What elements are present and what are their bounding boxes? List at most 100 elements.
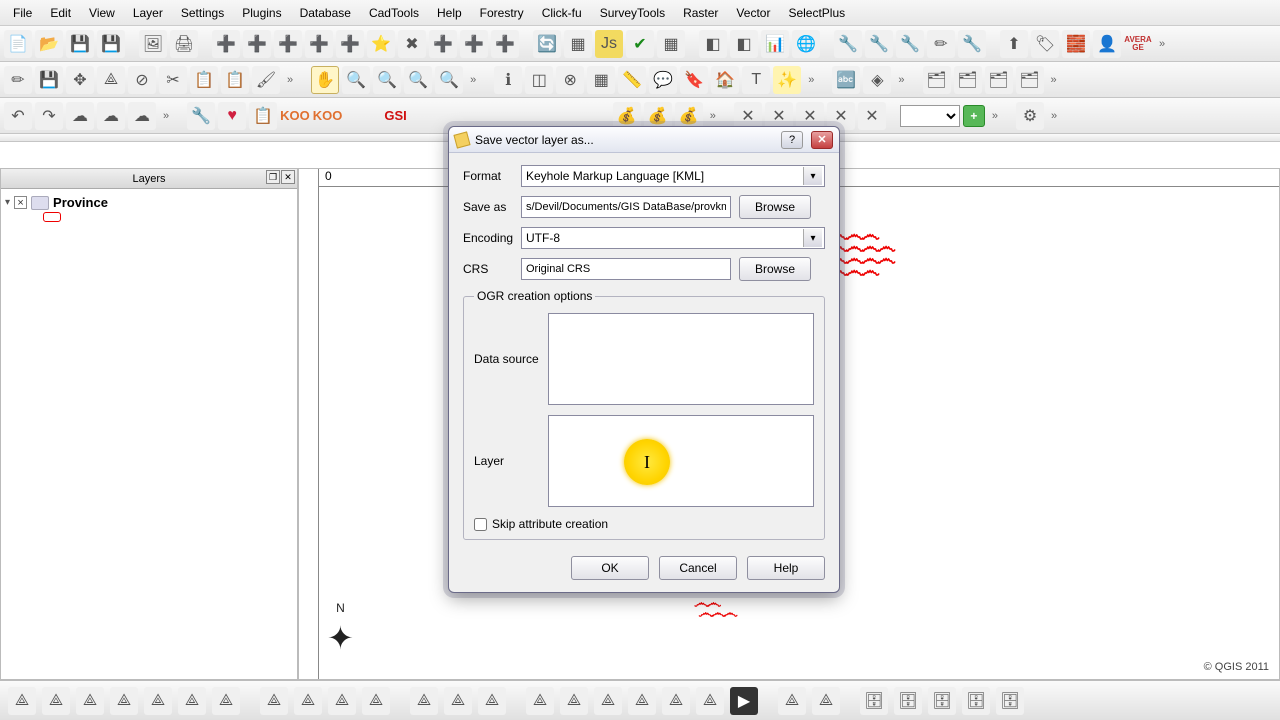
tool-icon[interactable]: ✏: [927, 30, 955, 58]
cut-icon[interactable]: ✂: [159, 66, 187, 94]
measure-icon[interactable]: 📏: [618, 66, 646, 94]
saveas-input[interactable]: [521, 196, 731, 218]
expand-icon[interactable]: ▾: [5, 197, 10, 208]
menu-database[interactable]: Database: [291, 2, 360, 24]
menu-settings[interactable]: Settings: [172, 2, 233, 24]
menu-surveytools[interactable]: SurveyTools: [591, 2, 674, 24]
menu-clickfu[interactable]: Click-fu: [533, 2, 591, 24]
menu-help[interactable]: Help: [428, 2, 471, 24]
cancel-button[interactable]: Cancel: [659, 556, 737, 580]
undo-icon[interactable]: ↶: [4, 102, 32, 130]
tool-icon[interactable]: ⟁: [362, 687, 390, 715]
add-spatia-icon[interactable]: ➕: [305, 30, 333, 58]
add-delimited-icon[interactable]: ➕: [460, 30, 488, 58]
annotation-icon[interactable]: ✨: [773, 66, 801, 94]
zoom-select-icon[interactable]: 🔍: [435, 66, 463, 94]
tool-icon[interactable]: ⟁: [628, 687, 656, 715]
toolbar-expand-icon[interactable]: »: [804, 74, 818, 86]
tool-icon[interactable]: ◧: [730, 30, 758, 58]
close-button[interactable]: ✕: [811, 131, 833, 149]
layer-icon[interactable]: 🗂: [1016, 66, 1044, 94]
help-button[interactable]: ?: [781, 131, 803, 149]
node-icon[interactable]: ⟁: [97, 66, 125, 94]
add-postgis-icon[interactable]: ➕: [274, 30, 302, 58]
menu-file[interactable]: File: [4, 2, 41, 24]
paste-icon[interactable]: 📋: [221, 66, 249, 94]
shape-icon[interactable]: ☁: [97, 102, 125, 130]
pencil-icon[interactable]: ✏: [4, 66, 32, 94]
scale-combo[interactable]: [900, 105, 960, 127]
shape-icon[interactable]: ☁: [66, 102, 94, 130]
clipboard-icon[interactable]: 📋: [249, 102, 277, 130]
grid-icon[interactable]: ▦: [657, 30, 685, 58]
diamond-icon[interactable]: ◈: [863, 66, 891, 94]
tool-icon[interactable]: ⟁: [662, 687, 690, 715]
tool-icon[interactable]: ⟁: [8, 687, 36, 715]
menu-cadtools[interactable]: CadTools: [360, 2, 428, 24]
new-shapefile-icon[interactable]: ⭐: [367, 30, 395, 58]
save-edit-icon[interactable]: 💾: [35, 66, 63, 94]
toolbar-expand-icon[interactable]: »: [894, 74, 908, 86]
print-icon[interactable]: 🖨: [170, 30, 198, 58]
db-icon[interactable]: 🗄: [894, 687, 922, 715]
crs-input[interactable]: [521, 258, 731, 280]
db-icon[interactable]: 🗄: [860, 687, 888, 715]
attr-table-icon[interactable]: ▦: [587, 66, 615, 94]
tool-icon[interactable]: 🏷: [1031, 30, 1059, 58]
toolbar-expand-icon[interactable]: »: [706, 110, 720, 122]
ok-button[interactable]: OK: [571, 556, 649, 580]
encoding-select[interactable]: UTF-8: [521, 227, 825, 249]
add-vector-icon[interactable]: ➕: [212, 30, 240, 58]
toolbar-expand-icon[interactable]: »: [159, 110, 173, 122]
add-raster-icon[interactable]: ➕: [243, 30, 271, 58]
layer-icon[interactable]: 🗂: [923, 66, 951, 94]
home-icon[interactable]: 🏠: [711, 66, 739, 94]
tool-icon[interactable]: ⟁: [328, 687, 356, 715]
tool-icon[interactable]: 👤: [1093, 30, 1121, 58]
layer-item-province[interactable]: ▾ Province: [5, 193, 293, 212]
browse-crs-button[interactable]: Browse: [739, 257, 811, 281]
save-as-icon[interactable]: 💾: [97, 30, 125, 58]
tool-icon[interactable]: 🧱: [1062, 30, 1090, 58]
db-icon[interactable]: 🗄: [928, 687, 956, 715]
help-button[interactable]: Help: [747, 556, 825, 580]
tool-icon[interactable]: ⟁: [560, 687, 588, 715]
zoom-full-icon[interactable]: 🔍: [404, 66, 432, 94]
bookmark-icon[interactable]: 🔖: [680, 66, 708, 94]
tool-icon[interactable]: ⚙: [1016, 102, 1044, 130]
new-file-icon[interactable]: 📄: [4, 30, 32, 58]
tool-icon[interactable]: ⟁: [260, 687, 288, 715]
identify-icon[interactable]: ℹ: [494, 66, 522, 94]
text-icon[interactable]: T: [742, 66, 770, 94]
delete-icon[interactable]: ⊘: [128, 66, 156, 94]
image-icon[interactable]: 🖼: [139, 30, 167, 58]
average-icon[interactable]: AVERA GE: [1124, 30, 1152, 58]
tool-icon[interactable]: ⟁: [410, 687, 438, 715]
cad-icon[interactable]: ✕: [858, 102, 886, 130]
tool-icon[interactable]: ⟁: [212, 687, 240, 715]
check-icon[interactable]: ✔: [626, 30, 654, 58]
tool-icon[interactable]: ⟁: [110, 687, 138, 715]
tool-icon[interactable]: ⟁: [812, 687, 840, 715]
tool-icon[interactable]: ⟁: [294, 687, 322, 715]
format-select[interactable]: Keyhole Markup Language [KML]: [521, 165, 825, 187]
tool-icon[interactable]: ⬆: [1000, 30, 1028, 58]
brush-icon[interactable]: 🖌: [252, 66, 280, 94]
layers-tree[interactable]: ▾ Province: [1, 189, 297, 679]
tool-icon[interactable]: 🔧: [865, 30, 893, 58]
tool-icon[interactable]: ⟁: [178, 687, 206, 715]
tool-icon[interactable]: ⟁: [696, 687, 724, 715]
add-wms-icon[interactable]: ➕: [336, 30, 364, 58]
skip-attribute-checkbox[interactable]: [474, 518, 487, 531]
restore-icon[interactable]: ❐: [266, 170, 280, 184]
globe-icon[interactable]: 🌐: [792, 30, 820, 58]
add-button[interactable]: +: [963, 105, 985, 127]
zoom-in-icon[interactable]: 🔍: [342, 66, 370, 94]
toolbar-expand-icon[interactable]: »: [283, 74, 297, 86]
db-icon[interactable]: 🗄: [996, 687, 1024, 715]
add-wfs-icon[interactable]: ➕: [491, 30, 519, 58]
dialog-titlebar[interactable]: Save vector layer as... ? ✕: [449, 127, 839, 153]
toolbar-expand-icon[interactable]: »: [988, 110, 1002, 122]
open-folder-icon[interactable]: 📂: [35, 30, 63, 58]
table-icon[interactable]: ▦: [564, 30, 592, 58]
